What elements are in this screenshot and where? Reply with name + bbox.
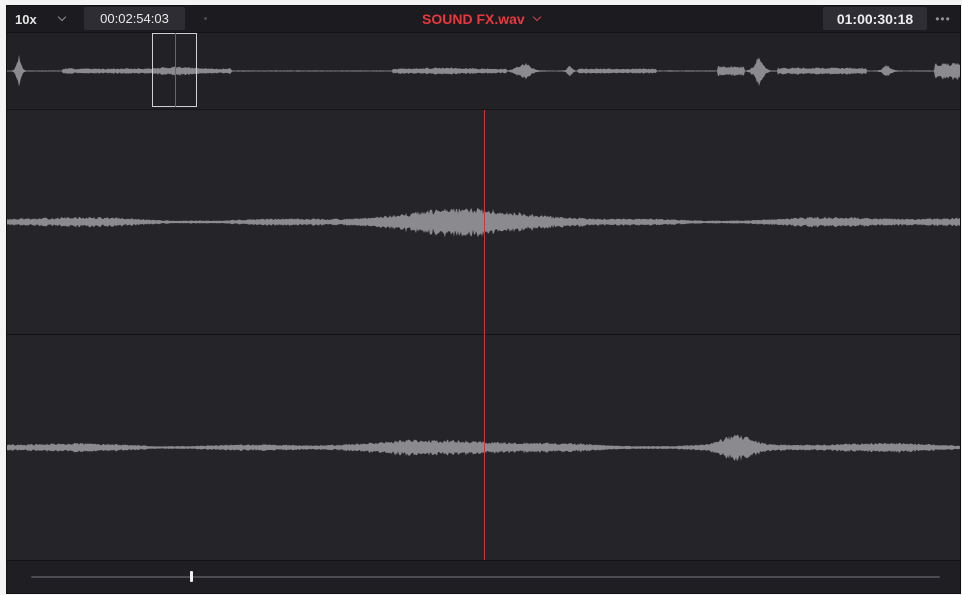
overview-waveform bbox=[7, 54, 960, 87]
horizontal-scrollbar bbox=[7, 560, 960, 593]
overview-playhead bbox=[175, 33, 177, 107]
source-timecode[interactable]: 00:02:54:03 bbox=[84, 7, 185, 30]
scroll-track[interactable] bbox=[31, 571, 940, 582]
zoom-dropdown[interactable]: 10x bbox=[15, 6, 66, 32]
clip-name: SOUND FX.wav bbox=[422, 11, 525, 27]
dot-icon bbox=[204, 17, 207, 20]
more-options-button[interactable]: ••• bbox=[932, 6, 954, 32]
audio-viewer: 10x 00:02:54:03 SOUND FX.wav 01:00:30:18… bbox=[6, 5, 961, 594]
waveform-path bbox=[7, 54, 960, 87]
zoom-level: 10x bbox=[15, 11, 37, 27]
record-timecode[interactable]: 01:00:30:18 bbox=[823, 7, 927, 30]
chevron-down-icon bbox=[532, 12, 541, 22]
playhead[interactable] bbox=[484, 110, 485, 560]
clip-name-dropdown[interactable]: SOUND FX.wav bbox=[422, 6, 541, 32]
chevron-down-icon bbox=[57, 12, 66, 22]
scroll-thumb[interactable] bbox=[190, 571, 194, 582]
waveform-overview[interactable] bbox=[7, 33, 960, 110]
viewer-header: 10x 00:02:54:03 SOUND FX.wav 01:00:30:18… bbox=[7, 6, 960, 33]
